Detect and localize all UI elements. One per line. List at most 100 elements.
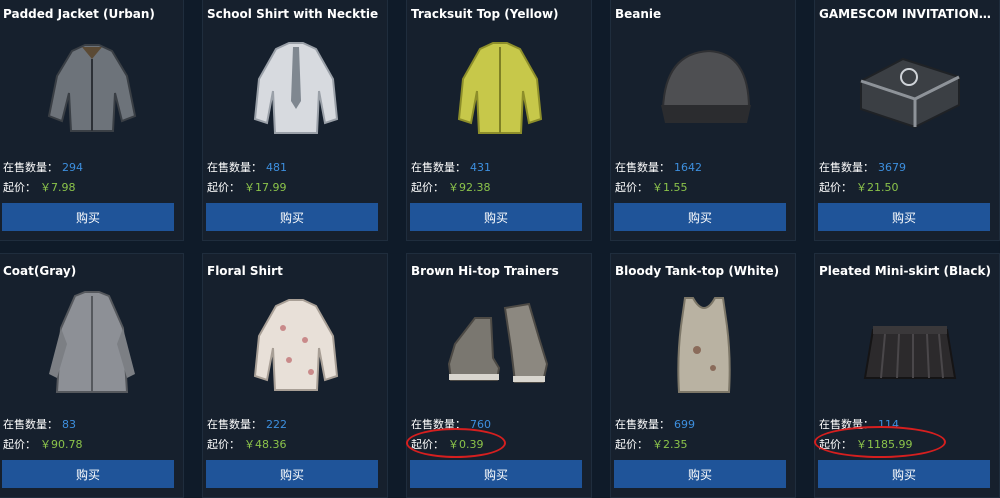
price-row: 起价： ￥92.38: [411, 179, 491, 195]
item-title[interactable]: Beanie: [615, 7, 795, 21]
stock-label: 在售数量：: [411, 161, 466, 174]
price-label: 起价：: [3, 181, 36, 194]
item-card[interactable]: Beanie 在售数量： 1642 起价： ￥1.55 购买: [610, 0, 796, 241]
price-label: 起价：: [819, 181, 852, 194]
buy-button[interactable]: 购买: [410, 460, 582, 488]
stock-label: 在售数量：: [615, 418, 670, 431]
price-value: ￥48.36: [244, 438, 287, 451]
buy-button[interactable]: 购买: [818, 460, 990, 488]
price-value: ￥2.35: [652, 438, 688, 451]
item-grid: Padded Jacket (Urban) 在售数量： 294 起价： ￥7.98 …: [0, 0, 1000, 498]
item-card[interactable]: Pleated Mini-skirt (Black) 在售数量： 114 起价： ￥…: [814, 253, 1000, 498]
stock-label: 在售数量：: [207, 161, 262, 174]
stock-label: 在售数量：: [819, 418, 874, 431]
stock-count: 1642: [674, 161, 702, 174]
stock-label: 在售数量：: [3, 161, 58, 174]
stock-count: 3679: [878, 161, 906, 174]
price-label: 起价：: [615, 438, 648, 451]
price-value: ￥92.38: [448, 181, 491, 194]
stock-row: 在售数量： 1642: [615, 159, 702, 175]
item-title[interactable]: School Shirt with Necktie: [207, 7, 387, 21]
price-value: ￥17.99: [244, 181, 287, 194]
price-value: ￥1185.99: [856, 438, 913, 451]
trainers-icon[interactable]: [435, 288, 565, 398]
price-value: ￥90.78: [40, 438, 83, 451]
price-row: 起价： ￥17.99: [207, 179, 287, 195]
item-title[interactable]: Tracksuit Top (Yellow): [411, 7, 591, 21]
school-shirt-icon[interactable]: [231, 31, 361, 141]
price-row: 起价： ￥21.50: [819, 179, 899, 195]
price-row: 起价： ￥1185.99: [819, 436, 913, 452]
stock-count: 760: [470, 418, 491, 431]
stock-row: 在售数量： 699: [615, 416, 695, 432]
tank-top-icon[interactable]: [639, 288, 769, 398]
price-label: 起价：: [819, 438, 852, 451]
item-title[interactable]: Bloody Tank-top (White): [615, 264, 795, 278]
item-card[interactable]: GAMESCOM INVITATIONAL... 在售数量： 3679 起价： ￥2…: [814, 0, 1000, 241]
price-row: 起价： ￥90.78: [3, 436, 83, 452]
buy-button[interactable]: 购买: [410, 203, 582, 231]
stock-row: 在售数量： 3679: [819, 159, 906, 175]
stock-row: 在售数量： 222: [207, 416, 287, 432]
price-label: 起价：: [3, 438, 36, 451]
price-label: 起价：: [207, 181, 240, 194]
stock-label: 在售数量：: [207, 418, 262, 431]
stock-row: 在售数量： 481: [207, 159, 287, 175]
price-row: 起价： ￥1.55: [615, 179, 688, 195]
price-row: 起价： ￥2.35: [615, 436, 688, 452]
price-label: 起价：: [411, 181, 444, 194]
buy-button[interactable]: 购买: [614, 460, 786, 488]
stock-count: 431: [470, 161, 491, 174]
item-card[interactable]: Padded Jacket (Urban) 在售数量： 294 起价： ￥7.98 …: [0, 0, 184, 241]
floral-shirt-icon[interactable]: [231, 288, 361, 398]
item-card[interactable]: Brown Hi-top Trainers 在售数量： 760 起价： ￥0.39 …: [406, 253, 592, 498]
stock-label: 在售数量：: [3, 418, 58, 431]
stock-row: 在售数量： 294: [3, 159, 83, 175]
stock-label: 在售数量：: [819, 161, 874, 174]
stock-row: 在售数量： 431: [411, 159, 491, 175]
padded-jacket-icon[interactable]: [27, 31, 157, 141]
mini-skirt-icon[interactable]: [843, 288, 973, 398]
item-title[interactable]: Brown Hi-top Trainers: [411, 264, 591, 278]
price-value: ￥1.55: [652, 181, 688, 194]
item-title[interactable]: GAMESCOM INVITATIONAL...: [819, 7, 999, 21]
buy-button[interactable]: 购买: [818, 203, 990, 231]
price-value: ￥7.98: [40, 181, 76, 194]
buy-button[interactable]: 购买: [2, 203, 174, 231]
item-title[interactable]: Floral Shirt: [207, 264, 387, 278]
item-title[interactable]: Padded Jacket (Urban): [3, 7, 183, 21]
item-title[interactable]: Coat(Gray): [3, 264, 183, 278]
stock-count: 294: [62, 161, 83, 174]
buy-button[interactable]: 购买: [2, 460, 174, 488]
stock-label: 在售数量：: [411, 418, 466, 431]
buy-button[interactable]: 购买: [206, 203, 378, 231]
price-row: 起价： ￥7.98: [3, 179, 76, 195]
stock-count: 222: [266, 418, 287, 431]
item-card[interactable]: Tracksuit Top (Yellow) 在售数量： 431 起价： ￥92.3…: [406, 0, 592, 241]
buy-button[interactable]: 购买: [614, 203, 786, 231]
item-card[interactable]: Coat(Gray) 在售数量： 83 起价： ￥90.78 购买: [0, 253, 184, 498]
stock-count: 699: [674, 418, 695, 431]
stock-count: 114: [878, 418, 899, 431]
price-row: 起价： ￥0.39: [411, 436, 484, 452]
stock-row: 在售数量： 114: [819, 416, 899, 432]
beanie-icon[interactable]: [639, 31, 769, 141]
price-label: 起价：: [207, 438, 240, 451]
item-title[interactable]: Pleated Mini-skirt (Black): [819, 264, 999, 278]
stock-count: 481: [266, 161, 287, 174]
price-value: ￥0.39: [448, 438, 484, 451]
coat-icon[interactable]: [27, 288, 157, 398]
buy-button[interactable]: 购买: [206, 460, 378, 488]
item-card[interactable]: Bloody Tank-top (White) 在售数量： 699 起价： ￥2.3…: [610, 253, 796, 498]
price-label: 起价：: [411, 438, 444, 451]
price-row: 起价： ￥48.36: [207, 436, 287, 452]
price-label: 起价：: [615, 181, 648, 194]
crate-icon[interactable]: [843, 31, 973, 141]
stock-label: 在售数量：: [615, 161, 670, 174]
item-card[interactable]: Floral Shirt 在售数量： 222 起价： ￥48.36 购买: [202, 253, 388, 498]
price-value: ￥21.50: [856, 181, 899, 194]
stock-row: 在售数量： 83: [3, 416, 76, 432]
item-card[interactable]: School Shirt with Necktie 在售数量： 481 起价： ￥1…: [202, 0, 388, 241]
tracksuit-top-icon[interactable]: [435, 31, 565, 141]
stock-count: 83: [62, 418, 76, 431]
